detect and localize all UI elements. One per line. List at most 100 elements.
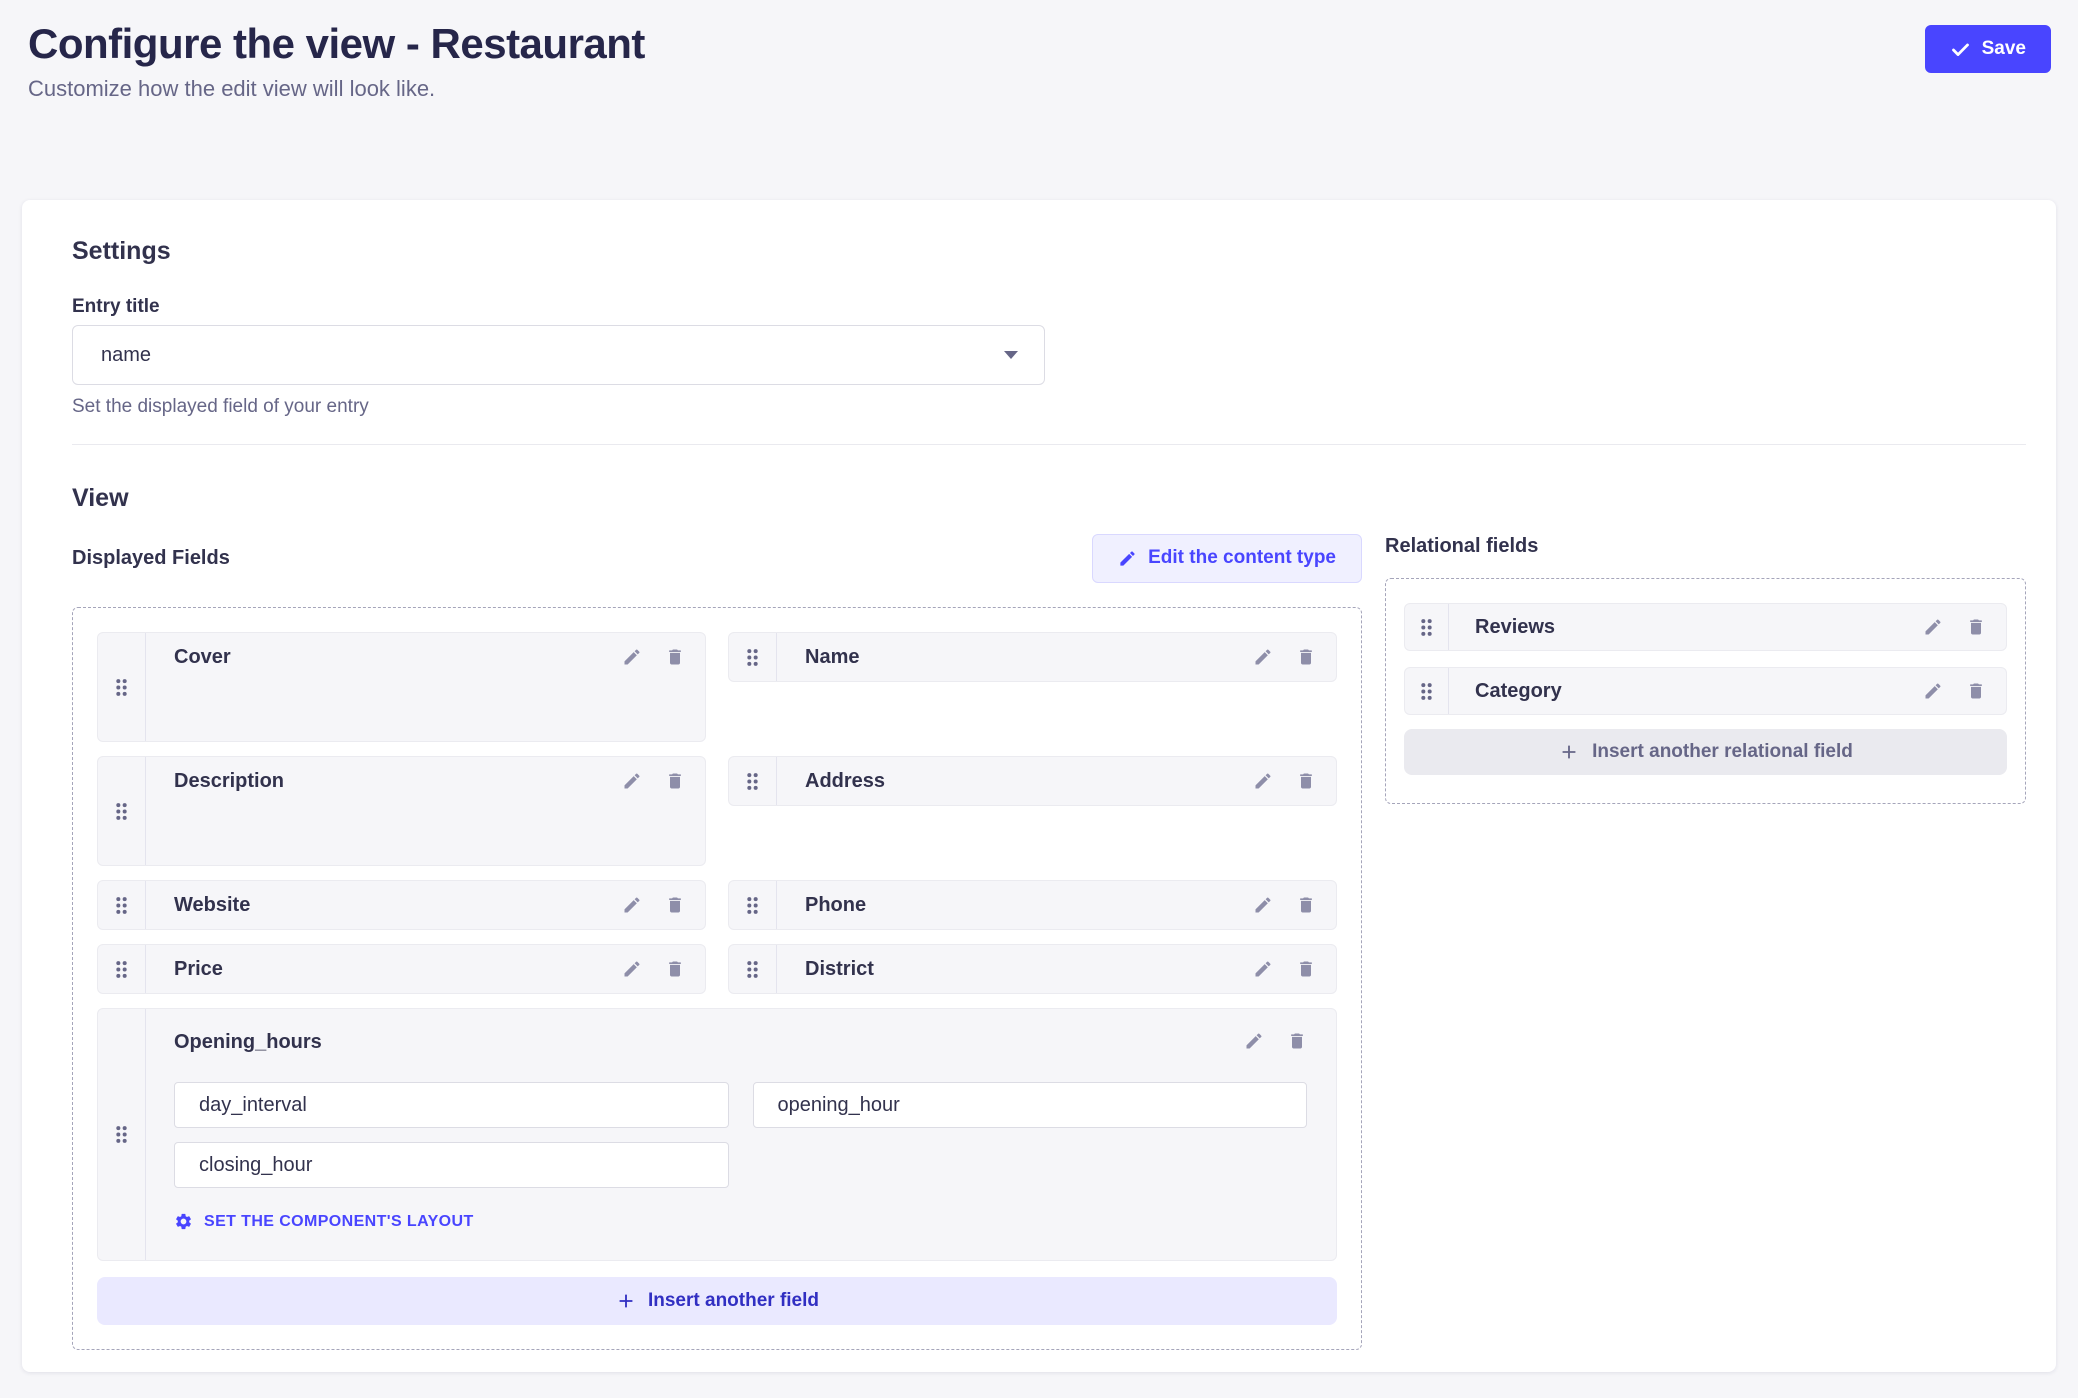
drag-handle[interactable]: [729, 881, 777, 929]
entry-title-hint: Set the displayed field of your entry: [72, 396, 2026, 418]
delete-field-icon[interactable]: [1296, 647, 1316, 667]
delete-field-icon[interactable]: [665, 959, 685, 979]
drag-handle[interactable]: [98, 757, 146, 865]
relational-fields-column: Relational fields Reviews: [1385, 533, 2026, 804]
delete-field-icon[interactable]: [1296, 959, 1316, 979]
component-label: Opening_hours: [174, 1031, 322, 1054]
delete-field-icon[interactable]: [665, 647, 685, 667]
view-section-title: View: [72, 483, 2026, 513]
field-label: Name: [805, 646, 859, 669]
drag-dots-icon: [115, 1125, 128, 1144]
fields-row: Price: [97, 944, 1337, 994]
edit-content-type-label: Edit the content type: [1148, 547, 1336, 569]
set-component-layout-button[interactable]: SET THE COMPONENT'S LAYOUT: [174, 1212, 474, 1231]
delete-field-icon[interactable]: [665, 895, 685, 915]
view-layout-grid: Displayed Fields Edit the content type: [72, 533, 2026, 1350]
edit-field-icon[interactable]: [1253, 771, 1273, 791]
edit-field-icon[interactable]: [622, 771, 642, 791]
edit-field-icon[interactable]: [1923, 617, 1943, 637]
section-divider: [72, 444, 2026, 445]
field-label: Category: [1475, 680, 1562, 703]
drag-dots-icon: [746, 648, 759, 667]
page-title: Configure the view - Restaurant: [28, 20, 2050, 68]
field-label: District: [805, 958, 874, 981]
field-label: Address: [805, 770, 885, 793]
fields-row: Cover: [97, 632, 1337, 742]
set-component-layout-label: SET THE COMPONENT'S LAYOUT: [204, 1213, 474, 1231]
relational-card-category[interactable]: Category: [1404, 667, 2007, 715]
delete-field-icon[interactable]: [1296, 895, 1316, 915]
field-card-name[interactable]: Name: [728, 632, 1337, 682]
edit-field-icon[interactable]: [622, 895, 642, 915]
field-card-description[interactable]: Description: [97, 756, 706, 866]
delete-field-icon[interactable]: [1966, 617, 1986, 637]
main-card: Settings Entry title name Set the displa…: [22, 200, 2056, 1372]
edit-field-icon[interactable]: [1923, 681, 1943, 701]
edit-content-type-button[interactable]: Edit the content type: [1092, 534, 1362, 583]
edit-field-icon[interactable]: [1253, 895, 1273, 915]
edit-field-icon[interactable]: [1253, 647, 1273, 667]
insert-another-relational-field-label: Insert another relational field: [1592, 741, 1853, 763]
edit-field-icon[interactable]: [1244, 1031, 1264, 1051]
drag-handle[interactable]: [98, 945, 146, 993]
delete-field-icon[interactable]: [1296, 771, 1316, 791]
entry-title-selected-value: name: [101, 344, 151, 367]
insert-another-field-button[interactable]: Insert another field: [97, 1277, 1337, 1325]
fields-row: Description: [97, 756, 1337, 866]
configure-view-page: Configure the view - Restaurant Customiz…: [0, 0, 2078, 1398]
displayed-fields-header: Displayed Fields Edit the content type: [72, 533, 1362, 583]
drag-dots-icon: [746, 772, 759, 791]
entry-title-select[interactable]: name: [72, 325, 1045, 385]
edit-field-icon[interactable]: [1253, 959, 1273, 979]
settings-section-title: Settings: [72, 236, 2026, 266]
delete-field-icon[interactable]: [665, 771, 685, 791]
chevron-down-icon: [1004, 351, 1018, 359]
fields-row: Website: [97, 880, 1337, 930]
delete-field-icon[interactable]: [1966, 681, 1986, 701]
displayed-fields-dropzone: Cover: [72, 607, 1362, 1350]
drag-handle[interactable]: [1405, 604, 1449, 650]
delete-field-icon[interactable]: [1287, 1031, 1307, 1051]
component-subfields: day_interval opening_hour closing_hour: [174, 1082, 1307, 1188]
field-card-price[interactable]: Price: [97, 944, 706, 994]
gear-icon: [174, 1212, 193, 1231]
edit-field-icon[interactable]: [622, 647, 642, 667]
field-label: Price: [174, 958, 223, 981]
field-label: Website: [174, 894, 250, 917]
field-card-address[interactable]: Address: [728, 756, 1337, 806]
drag-handle[interactable]: [98, 881, 146, 929]
relational-card-reviews[interactable]: Reviews: [1404, 603, 2007, 651]
drag-dots-icon: [1420, 618, 1433, 637]
field-label: Description: [174, 770, 284, 793]
component-card-opening-hours[interactable]: Opening_hours day_interval opening_hour: [97, 1008, 1337, 1261]
insert-another-relational-field-button[interactable]: Insert another relational field: [1404, 729, 2007, 775]
subfield-opening-hour[interactable]: opening_hour: [753, 1082, 1308, 1128]
drag-dots-icon: [746, 960, 759, 979]
pencil-icon: [1118, 549, 1137, 568]
field-card-website[interactable]: Website: [97, 880, 706, 930]
plus-icon: [1558, 741, 1580, 763]
field-card-phone[interactable]: Phone: [728, 880, 1337, 930]
drag-handle[interactable]: [98, 1009, 146, 1260]
field-card-district[interactable]: District: [728, 944, 1337, 994]
plus-icon: [615, 1290, 637, 1312]
drag-dots-icon: [115, 896, 128, 915]
field-card-cover[interactable]: Cover: [97, 632, 706, 742]
drag-handle[interactable]: [729, 945, 777, 993]
field-label: Cover: [174, 646, 231, 669]
save-button[interactable]: Save: [1925, 25, 2051, 73]
edit-field-icon[interactable]: [622, 959, 642, 979]
subfield-closing-hour[interactable]: closing_hour: [174, 1142, 729, 1188]
drag-handle[interactable]: [98, 633, 146, 741]
save-button-label: Save: [1982, 38, 2026, 60]
drag-dots-icon: [115, 802, 128, 821]
drag-handle[interactable]: [1405, 668, 1449, 714]
page-subtitle: Customize how the edit view will look li…: [28, 76, 2050, 102]
displayed-fields-column: Displayed Fields Edit the content type: [72, 533, 1362, 1350]
drag-handle[interactable]: [729, 633, 777, 681]
check-icon: [1950, 39, 1971, 60]
drag-dots-icon: [115, 960, 128, 979]
drag-handle[interactable]: [729, 757, 777, 805]
subfield-day-interval[interactable]: day_interval: [174, 1082, 729, 1128]
relational-fields-dropzone: Reviews Category: [1385, 578, 2026, 804]
